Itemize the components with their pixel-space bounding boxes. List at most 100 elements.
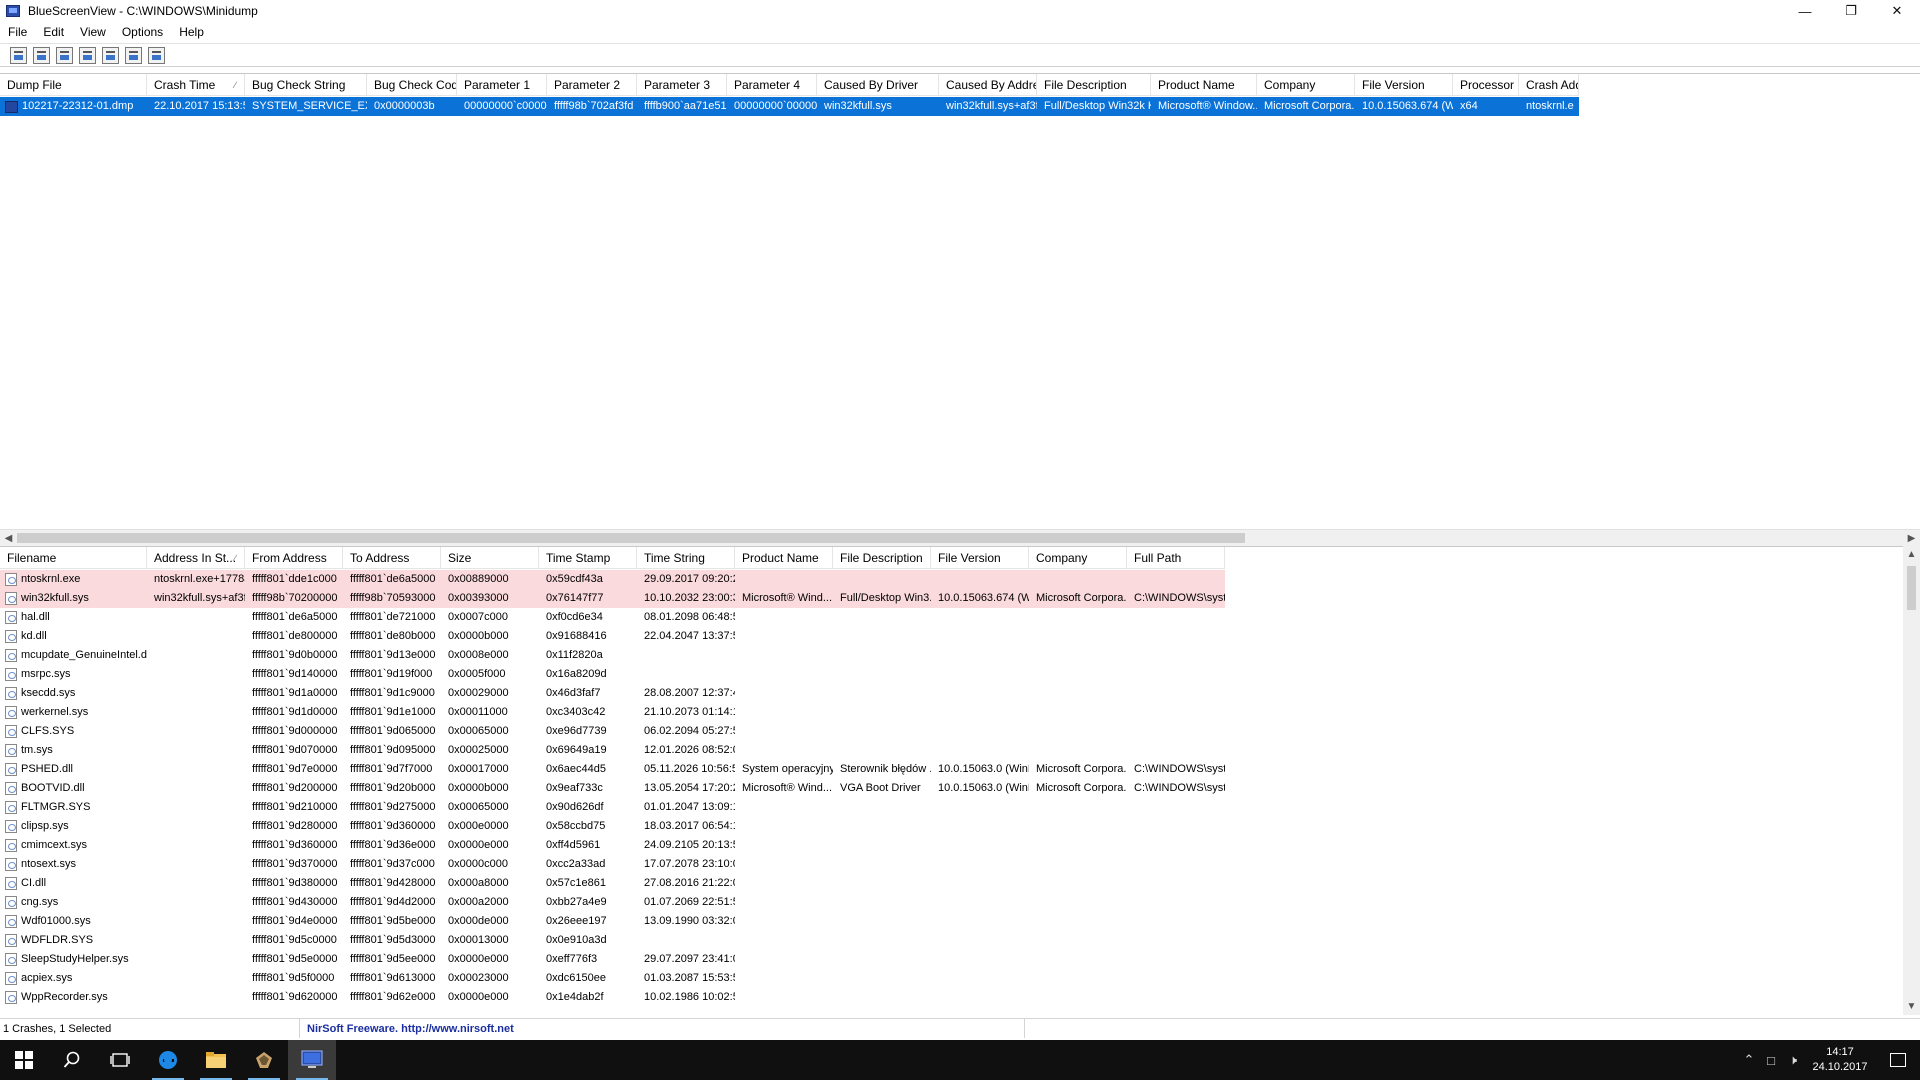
cell-file-version (931, 817, 1029, 836)
scroll-left-arrow-icon[interactable]: ◀ (0, 530, 17, 547)
module-list-vertical-scrollbar[interactable]: ▲ ▼ (1903, 546, 1920, 1015)
module-row[interactable]: tm.sys fffff801`9d070000 fffff801`9d095000… (0, 741, 1225, 760)
module-row[interactable]: ntoskrnl.exentoskrnl.exe+1778a9fffff801`… (0, 570, 1225, 589)
column-header-size[interactable]: Size (441, 547, 539, 569)
exit-icon[interactable] (148, 46, 165, 64)
column-header-file-description[interactable]: File Description (833, 547, 931, 569)
module-file-icon (5, 725, 17, 738)
scrollbar-thumb[interactable] (1907, 566, 1916, 610)
cell-file-description (833, 969, 931, 988)
action-center-button[interactable] (1876, 1053, 1920, 1067)
module-row[interactable]: clipsp.sys fffff801`9d280000 fffff801`9d36… (0, 817, 1225, 836)
column-header-product-name[interactable]: Product Name (1151, 74, 1257, 96)
column-header-parameter-4[interactable]: Parameter 4 (727, 74, 817, 96)
column-header-filename[interactable]: Filename (0, 547, 147, 569)
dump-list-horizontal-scrollbar[interactable]: ◀ ▶ (0, 529, 1920, 546)
cell-size: 0x0000b000 (448, 782, 509, 794)
scroll-down-arrow-icon[interactable]: ▼ (1903, 998, 1920, 1015)
edge-button[interactable] (144, 1040, 192, 1080)
clock[interactable]: 14:17 24.10.2017 (1804, 1045, 1876, 1075)
column-header-caused-by-driver[interactable]: Caused By Driver (817, 74, 939, 96)
column-header-caused-by-address[interactable]: Caused By Address (939, 74, 1037, 96)
status-nirsoft-link[interactable]: NirSoft Freeware. http://www.nirsoft.net (300, 1019, 1025, 1038)
module-row[interactable]: msrpc.sys fffff801`9d140000 fffff801`9d19f… (0, 665, 1225, 684)
module-row[interactable]: mcupdate_GenuineIntel.dll fffff801`9d0b00… (0, 646, 1225, 665)
start-button[interactable] (0, 1040, 48, 1080)
file-explorer-button[interactable] (192, 1040, 240, 1080)
restore-button[interactable]: ❐ (1828, 0, 1874, 22)
menu-help[interactable]: Help (171, 25, 212, 39)
html-report-icon[interactable] (102, 46, 119, 64)
module-row[interactable]: FLTMGR.SYS fffff801`9d210000 fffff801`9d27… (0, 798, 1225, 817)
module-row[interactable]: CI.dll fffff801`9d380000 fffff801`9d428000… (0, 874, 1225, 893)
module-row[interactable]: ntosext.sys fffff801`9d370000 fffff801`9d3… (0, 855, 1225, 874)
column-header-company[interactable]: Company (1029, 547, 1127, 569)
bluescreenview-taskbar-button[interactable] (288, 1040, 336, 1080)
column-header-dump-file[interactable]: Dump File (0, 74, 147, 96)
column-header-bug-check-string[interactable]: Bug Check String (245, 74, 367, 96)
module-row[interactable]: SleepStudyHelper.sys fffff801`9d5e0000 fff… (0, 950, 1225, 969)
volume-icon[interactable]: 🕨 (1782, 1052, 1804, 1068)
module-row[interactable]: ksecdd.sys fffff801`9d1a0000 fffff801`9d1c… (0, 684, 1225, 703)
dump-row[interactable]: 102217-22312-01.dmp 22.10.2017 15:13:51 SY… (0, 97, 1579, 116)
column-header-parameter-3[interactable]: Parameter 3 (637, 74, 727, 96)
minimize-button[interactable]: — (1782, 0, 1828, 22)
column-header-crash-add[interactable]: Crash Add (1519, 74, 1579, 96)
module-row[interactable]: Wdf01000.sys fffff801`9d4e0000 fffff801`9d… (0, 912, 1225, 931)
column-header-file-description[interactable]: File Description (1037, 74, 1151, 96)
properties-icon[interactable] (10, 46, 27, 64)
module-row[interactable]: werkernel.sys fffff801`9d1d0000 fffff801`9… (0, 703, 1225, 722)
cell-product-name (735, 912, 833, 931)
module-row[interactable]: win32kfull.sys win32kfull.sys+af3fd fffff9… (0, 589, 1225, 608)
menu-file[interactable]: File (0, 25, 35, 39)
column-header-parameter-2[interactable]: Parameter 2 (547, 74, 637, 96)
column-header-product-name[interactable]: Product Name (735, 547, 833, 569)
column-header-time-string[interactable]: Time String (637, 547, 735, 569)
task-view-button[interactable] (96, 1040, 144, 1080)
cell-file-version (931, 722, 1029, 741)
network-icon[interactable]: □ (1760, 1053, 1782, 1068)
column-header-time-stamp[interactable]: Time Stamp (539, 547, 637, 569)
column-header-crash-time[interactable]: Crash Time ∕ (147, 74, 245, 96)
module-row[interactable]: WppRecorder.sys fffff801`9d620000 fffff801… (0, 988, 1225, 1007)
module-file-icon (5, 573, 17, 586)
module-row[interactable]: WDFLDR.SYS fffff801`9d5c0000 fffff801`9d5d… (0, 931, 1225, 950)
column-header-from-address[interactable]: From Address (245, 547, 343, 569)
menu-view[interactable]: View (72, 25, 114, 39)
bluescreenview-app-icon[interactable] (6, 5, 20, 17)
module-row[interactable]: cng.sys fffff801`9d430000 fffff801`9d4d200… (0, 893, 1225, 912)
module-list[interactable]: Filename Address In St... ∕ From Address To … (0, 546, 1920, 1015)
column-header-company[interactable]: Company (1257, 74, 1355, 96)
cell-file-description (833, 950, 931, 969)
module-row[interactable]: PSHED.dll fffff801`9d7e0000 fffff801`9d7f7… (0, 760, 1225, 779)
module-row[interactable]: BOOTVID.dll fffff801`9d200000 fffff801`9d2… (0, 779, 1225, 798)
scroll-right-arrow-icon[interactable]: ▶ (1903, 530, 1920, 547)
column-header-parameter-1[interactable]: Parameter 1 (457, 74, 547, 96)
module-row[interactable]: acpiex.sys fffff801`9d5f0000 fffff801`9d61… (0, 969, 1225, 988)
column-header-file-version[interactable]: File Version (1355, 74, 1453, 96)
chevron-up-icon[interactable]: ⌃ (1738, 1052, 1760, 1068)
search-button[interactable] (48, 1040, 96, 1080)
module-row[interactable]: hal.dll fffff801`de6a5000 fffff801`de72100… (0, 608, 1225, 627)
close-button[interactable]: ✕ (1874, 0, 1920, 22)
module-row[interactable]: CLFS.SYS fffff801`9d000000 fffff801`9d0650… (0, 722, 1225, 741)
refresh-icon[interactable] (56, 46, 73, 64)
column-header-full-path[interactable]: Full Path (1127, 547, 1225, 569)
column-header-address-in-st[interactable]: Address In St... ∕ (147, 547, 245, 569)
copy-icon[interactable] (79, 46, 96, 64)
save-icon[interactable] (33, 46, 50, 64)
menu-edit[interactable]: Edit (35, 25, 72, 39)
column-header-to-address[interactable]: To Address (343, 547, 441, 569)
app-button[interactable] (240, 1040, 288, 1080)
column-header-bug-check-code[interactable]: Bug Check Code (367, 74, 457, 96)
scroll-up-arrow-icon[interactable]: ▲ (1903, 546, 1920, 563)
menu-options[interactable]: Options (114, 25, 171, 39)
module-row[interactable]: cmimcext.sys fffff801`9d360000 fffff801`9d… (0, 836, 1225, 855)
find-icon[interactable] (125, 46, 142, 64)
cell-size: 0x00017000 (448, 763, 509, 775)
scrollbar-thumb[interactable] (17, 533, 1245, 543)
column-header-file-version[interactable]: File Version (931, 547, 1029, 569)
column-header-processor[interactable]: Processor (1453, 74, 1519, 96)
dump-list[interactable]: Dump File Crash Time ∕ Bug Check String Bug … (0, 73, 1920, 529)
module-row[interactable]: kd.dll fffff801`de800000 fffff801`de80b000… (0, 627, 1225, 646)
